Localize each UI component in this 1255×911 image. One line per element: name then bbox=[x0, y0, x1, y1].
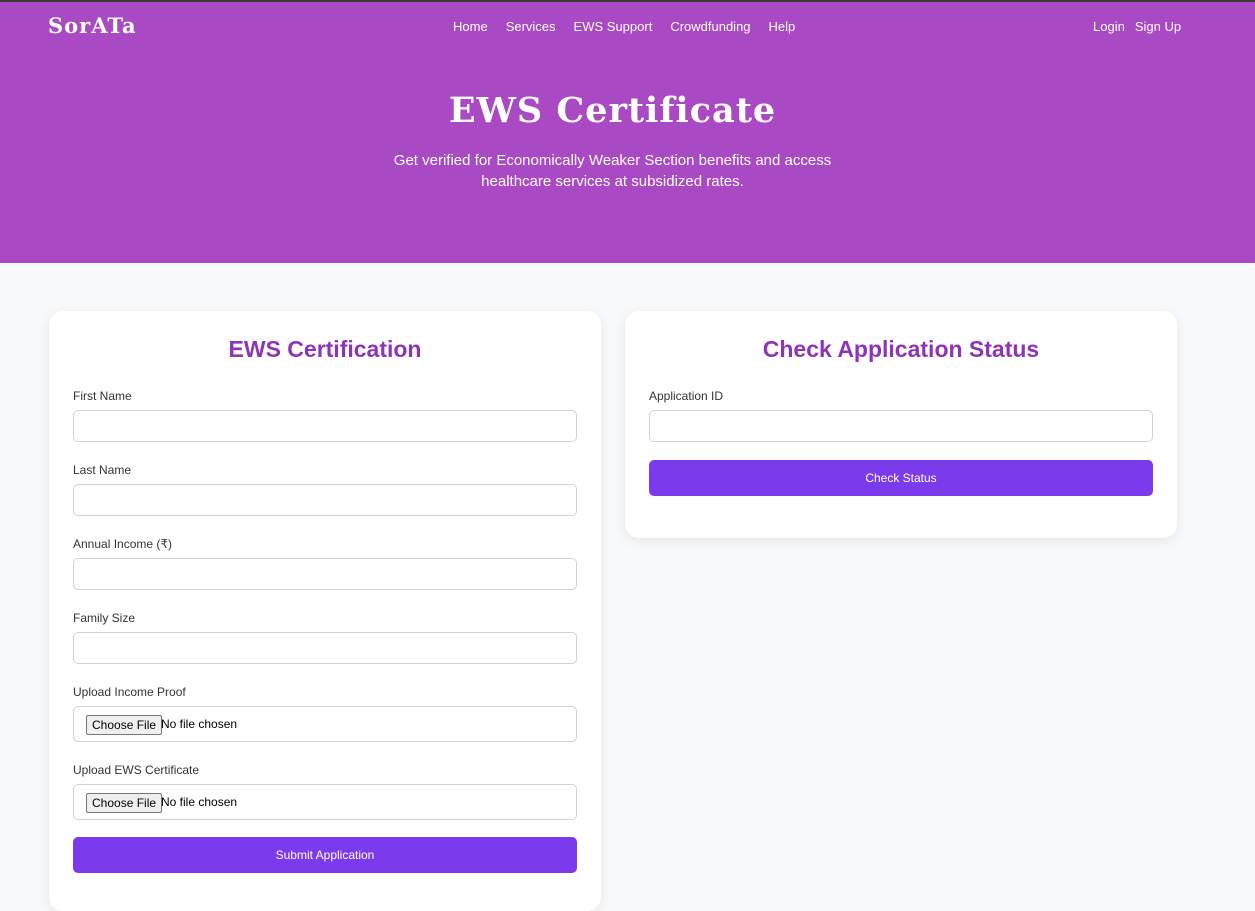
application-id-label: Application ID bbox=[649, 389, 724, 403]
login-link[interactable]: Login bbox=[1093, 19, 1125, 34]
family-size-label: Family Size bbox=[73, 611, 136, 625]
income-proof-choose-file-button[interactable]: Choose File bbox=[86, 715, 163, 735]
check-status-title: Check Application Status bbox=[762, 336, 1040, 362]
income-proof-label: Upload Income Proof bbox=[73, 685, 186, 699]
check-status-button[interactable]: Check Status bbox=[649, 460, 1153, 496]
check-status-card: Check Application Status Application ID … bbox=[625, 311, 1177, 538]
last-name-label: Last Name bbox=[73, 463, 132, 477]
nav-home[interactable]: Home bbox=[453, 19, 488, 34]
nav-help[interactable]: Help bbox=[769, 19, 796, 34]
application-id-input[interactable] bbox=[649, 410, 1153, 442]
submit-application-button[interactable]: Submit Application bbox=[73, 837, 577, 873]
brand-logo[interactable]: SorATa bbox=[48, 13, 137, 38]
annual-income-label: Annual Income (₹) bbox=[73, 537, 173, 551]
ews-certification-card: EWS Certification First Name Last Name A… bbox=[49, 311, 601, 911]
page-subtitle: Get verified for Economically Weaker Sec… bbox=[393, 152, 832, 190]
ews-certificate-choose-file-button[interactable]: Choose File bbox=[86, 793, 163, 813]
nav-ews-support[interactable]: EWS Support bbox=[574, 19, 653, 34]
main-nav: Home Services EWS Support Crowdfunding H… bbox=[453, 19, 795, 34]
last-name-input[interactable] bbox=[73, 484, 577, 516]
page-title: EWS Certificate bbox=[448, 90, 777, 131]
nav-crowdfunding[interactable]: Crowdfunding bbox=[670, 19, 750, 34]
auth-links: Login Sign Up bbox=[1093, 19, 1181, 34]
signup-link[interactable]: Sign Up bbox=[1135, 19, 1181, 34]
annual-income-input[interactable] bbox=[73, 558, 577, 590]
first-name-label: First Name bbox=[73, 389, 132, 403]
ews-certificate-label: Upload EWS Certificate bbox=[73, 763, 200, 777]
first-name-input[interactable] bbox=[73, 410, 577, 442]
nav-services[interactable]: Services bbox=[506, 19, 556, 34]
hero-header: SorATa Home Services EWS Support Crowdfu… bbox=[0, 2, 1255, 263]
family-size-input[interactable] bbox=[73, 632, 577, 664]
ews-certificate-file-input: Choose File No file chosen bbox=[73, 784, 577, 820]
certification-title: EWS Certification bbox=[228, 336, 422, 362]
income-proof-file-status: No file chosen bbox=[161, 717, 238, 731]
ews-certificate-file-status: No file chosen bbox=[161, 795, 238, 809]
income-proof-file-input: Choose File No file chosen bbox=[73, 706, 577, 742]
